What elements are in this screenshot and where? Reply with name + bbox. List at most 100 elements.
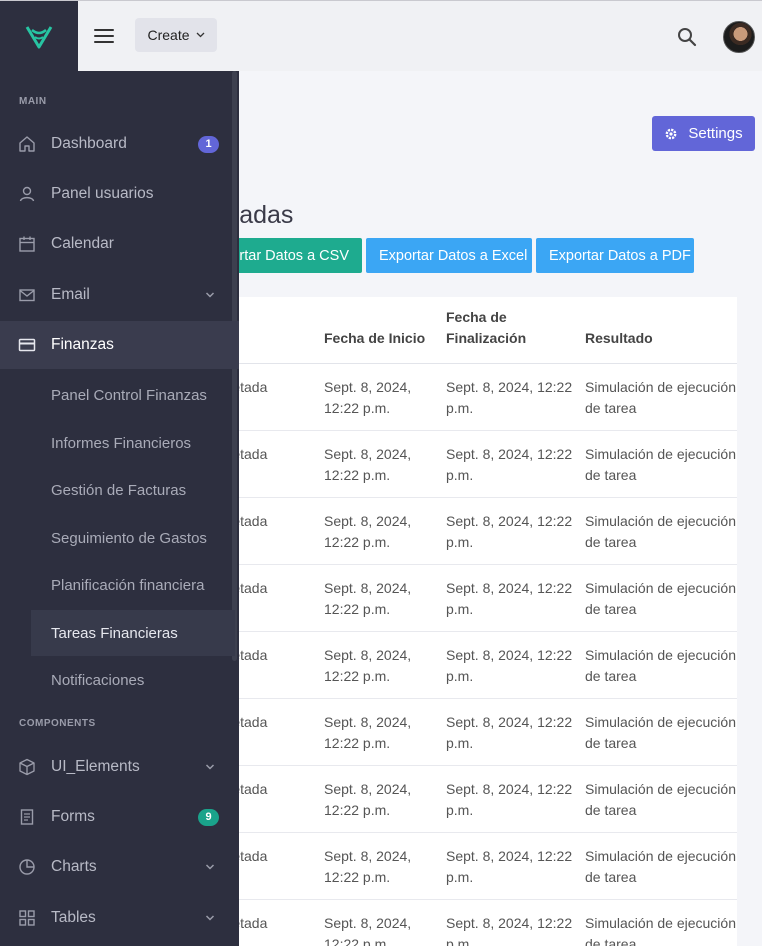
table-row: ompletadaSept. 8, 2024, 12:22 p.m.Sept. … — [200, 363, 737, 431]
cell-resultado: Simulación de ejecución de tarea — [585, 363, 737, 431]
submenu-item-label: Planificación financiera — [51, 576, 205, 594]
sidebar-item-tables[interactable]: Tables — [0, 894, 239, 942]
sidebar-item-forms[interactable]: Forms 9 — [0, 793, 239, 841]
dashboard-badge: 1 — [198, 135, 219, 153]
table-row: ompletadaSept. 8, 2024, 12:22 p.m.Sept. … — [200, 698, 737, 766]
pie-chart-icon — [19, 859, 35, 875]
user-icon — [19, 186, 35, 202]
submenu-item-label: Seguimiento de Gastos — [51, 529, 207, 547]
sidebar-item-ui-elements[interactable]: UI_Elements — [0, 743, 239, 791]
sidebar-item-label: Calendar — [51, 235, 114, 252]
submenu-item-panel-control-finanzas[interactable]: Panel Control Finanzas — [31, 372, 235, 418]
table-body: ompletadaSept. 8, 2024, 12:22 p.m.Sept. … — [200, 363, 737, 946]
chevron-down-icon — [205, 915, 215, 921]
sidebar-item-dashboard[interactable]: Dashboard 1 — [0, 120, 239, 168]
sidebar-item-email[interactable]: Email — [0, 271, 239, 319]
create-dropdown-button[interactable]: Create — [135, 18, 217, 52]
submenu-item-tareas-financieras[interactable]: Tareas Financieras — [31, 610, 235, 656]
box-icon — [19, 758, 35, 776]
sidebar-item-label: Panel usuarios — [51, 185, 154, 202]
cell-fecha-finalizacion: Sept. 8, 2024, 12:22 p.m. — [446, 363, 585, 431]
file-text-icon — [20, 809, 34, 825]
cell-fecha-inicio: Sept. 8, 2024, 12:22 p.m. — [324, 363, 446, 431]
sidebar-item-calendar[interactable]: Calendar — [0, 220, 239, 268]
submenu-item-label: Gestión de Facturas — [51, 481, 187, 499]
grid-icon — [19, 910, 35, 926]
table-row: ompletadaSept. 8, 2024, 12:22 p.m.Sept. … — [200, 899, 737, 946]
cell-resultado: Simulación de ejecución de tarea — [585, 497, 737, 565]
cell-fecha-inicio: Sept. 8, 2024, 12:22 p.m. — [324, 765, 446, 833]
hamburger-menu-icon[interactable] — [94, 25, 118, 47]
sidebar-item-label: Finanzas — [51, 336, 114, 353]
col-header-resultado: Resultado — [585, 297, 737, 364]
forms-badge: 9 — [198, 808, 219, 826]
section-label-main: MAIN — [19, 96, 47, 107]
cell-fecha-inicio: Sept. 8, 2024, 12:22 p.m. — [324, 832, 446, 900]
cell-fecha-finalizacion: Sept. 8, 2024, 12:22 p.m. — [446, 832, 585, 900]
section-label-components: COMPONENTS — [19, 718, 96, 729]
cell-fecha-finalizacion: Sept. 8, 2024, 12:22 p.m. — [446, 899, 585, 946]
submenu-item-label: Notificaciones — [51, 671, 145, 689]
credit-card-icon — [18, 338, 36, 352]
cell-resultado: Simulación de ejecución de tarea — [585, 899, 737, 946]
cell-fecha-inicio: Sept. 8, 2024, 12:22 p.m. — [324, 497, 446, 565]
cell-fecha-finalizacion: Sept. 8, 2024, 12:22 p.m. — [446, 698, 585, 766]
sidebar-item-label: Tables — [51, 909, 96, 926]
submenu-item-seguimiento-gastos[interactable]: Seguimiento de Gastos — [31, 515, 235, 561]
gear-icon — [665, 128, 677, 139]
cell-fecha-inicio: Sept. 8, 2024, 12:22 p.m. — [324, 430, 446, 498]
cell-resultado: Simulación de ejecución de tarea — [585, 765, 737, 833]
submenu-item-informes-financieros[interactable]: Informes Financieros — [31, 420, 235, 466]
search-icon[interactable] — [676, 26, 698, 48]
logo[interactable] — [0, 1, 78, 72]
create-label: Create — [147, 27, 190, 43]
table-row: ompletadaSept. 8, 2024, 12:22 p.m.Sept. … — [200, 564, 737, 632]
cell-fecha-inicio: Sept. 8, 2024, 12:22 p.m. — [324, 899, 446, 946]
sidebar-item-finanzas[interactable]: Finanzas — [0, 321, 239, 369]
sidebar-item-label: UI_Elements — [51, 758, 140, 775]
submenu-item-label: Panel Control Finanzas — [51, 386, 207, 404]
cell-fecha-inicio: Sept. 8, 2024, 12:22 p.m. — [324, 564, 446, 632]
cell-fecha-inicio: Sept. 8, 2024, 12:22 p.m. — [324, 698, 446, 766]
cell-fecha-finalizacion: Sept. 8, 2024, 12:22 p.m. — [446, 497, 585, 565]
home-icon — [19, 136, 35, 152]
cell-resultado: Simulación de ejecución de tarea — [585, 631, 737, 699]
settings-button[interactable]: Settings — [652, 116, 755, 151]
cell-fecha-finalizacion: Sept. 8, 2024, 12:22 p.m. — [446, 430, 585, 498]
cell-fecha-finalizacion: Sept. 8, 2024, 12:22 p.m. — [446, 765, 585, 833]
table-row: ompletadaSept. 8, 2024, 12:22 p.m.Sept. … — [200, 497, 737, 565]
cell-fecha-finalizacion: Sept. 8, 2024, 12:22 p.m. — [446, 631, 585, 699]
submenu-item-planificacion-financiera[interactable]: Planificación financiera — [31, 562, 235, 608]
cell-resultado: Simulación de ejecución de tarea — [585, 564, 737, 632]
cell-fecha-finalizacion: Sept. 8, 2024, 12:22 p.m. — [446, 564, 585, 632]
chevron-down-icon — [205, 764, 215, 770]
chevron-down-icon — [205, 292, 215, 298]
submenu-item-label: Informes Financieros — [51, 434, 192, 452]
chevron-down-icon — [196, 32, 204, 38]
export-excel-button[interactable]: Exportar Datos a Excel — [366, 238, 532, 273]
table-row: ompletadaSept. 8, 2024, 12:22 p.m.Sept. … — [200, 631, 737, 699]
logo-icon — [25, 25, 53, 48]
user-avatar[interactable] — [723, 21, 755, 53]
table-header-row: tado Fecha de Inicio Fecha de Finalizaci… — [200, 297, 737, 364]
export-toolbar: ortar Datos a CSV Exportar Datos a Excel… — [200, 238, 694, 273]
tasks-table: tado Fecha de Inicio Fecha de Finalizaci… — [200, 297, 737, 946]
col-header-fecha-finalizacion: Fecha de Finalización — [446, 297, 585, 364]
export-pdf-button[interactable]: Exportar Datos a PDF — [536, 238, 694, 273]
submenu-item-label: Tareas Financieras — [51, 624, 178, 642]
cell-resultado: Simulación de ejecución de tarea — [585, 698, 737, 766]
submenu-item-notificaciones[interactable]: Notificaciones — [31, 657, 235, 703]
cell-resultado: Simulación de ejecución de tarea — [585, 430, 737, 498]
sidebar-item-panel-usuarios[interactable]: Panel usuarios — [0, 170, 239, 218]
sidebar-item-label: Charts — [51, 858, 97, 875]
sidebar-item-charts[interactable]: Charts — [0, 843, 239, 891]
settings-label: Settings — [688, 125, 743, 142]
sidebar-item-label: Dashboard — [51, 135, 127, 152]
table-row: ompletadaSept. 8, 2024, 12:22 p.m.Sept. … — [200, 430, 737, 498]
cell-fecha-inicio: Sept. 8, 2024, 12:22 p.m. — [324, 631, 446, 699]
submenu-item-gestion-facturas[interactable]: Gestión de Facturas — [31, 467, 235, 513]
top-bar: Create — [0, 0, 762, 72]
cell-resultado: Simulación de ejecución de tarea — [585, 832, 737, 900]
calendar-icon — [19, 236, 35, 252]
table-row: ompletadaSept. 8, 2024, 12:22 p.m.Sept. … — [200, 832, 737, 900]
